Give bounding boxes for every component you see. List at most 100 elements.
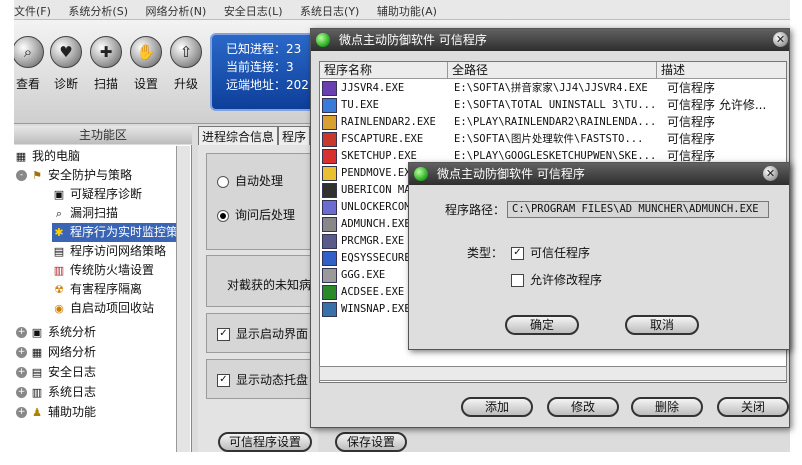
tree-item-system-log[interactable]: + ▥ 系统日志 <box>16 383 96 402</box>
table-row[interactable]: TU.EXE E:\SOFTA\TOTAL UNINSTALL 3\TU... 可信… <box>320 97 786 114</box>
program-icon <box>322 302 337 317</box>
expand-icon[interactable]: + <box>16 327 27 338</box>
program-icon <box>322 149 337 164</box>
expand-icon[interactable]: + <box>16 407 27 418</box>
diagnose-icon: ▣ <box>53 187 65 201</box>
tree-panel: ▦ 我的电脑 - ⚑ 安全防护与策略 ▣ 可疑程序诊断 ⌕ 漏洞扫描 ✱ 程序行为实时监控策… <box>14 145 192 452</box>
trusted-programs-button[interactable]: 可信程序设置 <box>218 432 312 452</box>
delete-button[interactable]: 删除 <box>631 397 703 417</box>
tree-item-network-policy[interactable]: ▤ 程序访问网络策略 <box>52 242 166 261</box>
dialog-titlebar: 微点主动防御软件 可信程序 ✕ <box>311 29 789 51</box>
tree-item-security[interactable]: - ⚑ 安全防护与策略 <box>16 166 132 185</box>
menu-security-log[interactable]: 安全日志(L) <box>224 0 283 19</box>
menu-file[interactable]: 文件(F) <box>14 0 51 19</box>
table-row[interactable]: JJSVR4.EXE E:\SOFTA\拼音家家\JJ4\JJSVR4.EXE 可信… <box>320 80 786 97</box>
log-icon: ▤ <box>31 365 43 379</box>
path-label: 程序路径： <box>445 203 506 217</box>
program-icon <box>322 81 337 96</box>
collapse-icon[interactable]: - <box>16 170 27 181</box>
unknown-text: 对截获的未知病 <box>227 278 312 292</box>
menu-system-log[interactable]: 系统日志(Y) <box>300 0 359 19</box>
startup-group: ✓ 显示启动界面 <box>206 313 318 353</box>
menu-system-analysis[interactable]: 系统分析(S) <box>68 0 128 19</box>
scan-icon: ✚ <box>90 36 122 68</box>
tree-item-suspicious[interactable]: ▣ 可疑程序诊断 <box>52 185 142 204</box>
expand-icon[interactable]: + <box>16 387 27 398</box>
row-path-cell: E:\PLAY\RAINLENDAR2\RAINLENDA... <box>454 116 657 128</box>
tree-item-tools[interactable]: + ♟ 辅助功能 <box>16 403 96 422</box>
system-icon: ▣ <box>31 325 43 339</box>
tab-program[interactable]: 程序 <box>278 126 311 146</box>
upgrade-button[interactable]: ⇧ 升级 <box>166 36 206 92</box>
table-row[interactable]: RAINLENDAR2.EXE E:\PLAY\RAINLENDAR2\RAINL… <box>320 114 786 131</box>
row-name-cell: JJSVR4.EXE <box>320 80 450 97</box>
tree-item-vuln-scan[interactable]: ⌕ 漏洞扫描 <box>52 204 118 223</box>
column-name[interactable]: 程序名称 <box>320 62 448 79</box>
row-desc-cell: 可信程序 允许修... <box>667 98 767 112</box>
tools-icon: ♟ <box>32 405 42 419</box>
menu-tools[interactable]: 辅助功能(A) <box>377 0 437 19</box>
menu-network-analysis[interactable]: 网络分析(N) <box>146 0 207 19</box>
handling-group: 自动处理 询问后处理 <box>206 153 318 250</box>
table-row[interactable]: FSCAPTURE.EXE E:\SOFTA\图片处理软件\FASTSTO... 可… <box>320 131 786 148</box>
ok-button[interactable]: 确定 <box>505 315 579 335</box>
row-name-cell: RAINLENDAR2.EXE <box>320 114 450 131</box>
add-button[interactable]: 添加 <box>461 397 533 417</box>
radio-ask[interactable]: 询问后处理 <box>217 206 295 223</box>
current-connections: 当前连接：3 <box>226 60 294 74</box>
recycle-icon: ◉ <box>54 301 64 315</box>
tree-item-quarantine[interactable]: ☢ 有害程序隔离 <box>52 280 142 299</box>
tree-item-security-log[interactable]: + ▤ 安全日志 <box>16 363 96 382</box>
hand-icon: ✋ <box>130 36 162 68</box>
settings-button[interactable]: ✋ 设置 <box>126 36 166 92</box>
path-field[interactable]: C:\PROGRAM FILES\AD MUNCHER\ADMUNCH.EXE <box>507 201 769 218</box>
tab-process-info[interactable]: 进程综合信息 <box>198 126 279 146</box>
row-name-cell: FSCAPTURE.EXE <box>320 131 450 148</box>
column-desc[interactable]: 描述 <box>657 62 786 79</box>
firewall-icon: ▥ <box>53 263 65 277</box>
row-name-cell: TU.EXE <box>320 97 450 114</box>
tree-item-network-analysis[interactable]: + ▦ 网络分析 <box>16 343 96 362</box>
row-path-cell: E:\SOFTA\TOTAL UNINSTALL 3\TU... <box>454 99 657 111</box>
checkbox-checked-icon: ✓ <box>511 247 524 260</box>
row-desc-cell: 可信程序 <box>667 115 716 129</box>
program-icon <box>322 268 337 283</box>
chk-trusted[interactable]: ✓ 可信任程序 <box>511 244 590 261</box>
save-settings-button[interactable]: 保存设置 <box>335 432 407 452</box>
expand-icon[interactable]: + <box>16 347 27 358</box>
chk-allow-modify[interactable]: 允许修改程序 <box>511 271 602 288</box>
tree-scrollbar[interactable] <box>176 146 190 452</box>
tree-item-firewall[interactable]: ▥ 传统防火墙设置 <box>52 261 154 280</box>
column-path[interactable]: 全路径 <box>448 62 657 79</box>
program-icon <box>322 132 337 147</box>
program-icon <box>322 200 337 215</box>
tree-item-my-computer[interactable]: ▦ 我的电脑 <box>14 147 80 166</box>
chk-show-tray[interactable]: ✓ 显示动态托盘 <box>217 371 308 388</box>
modify-button[interactable]: 修改 <box>547 397 619 417</box>
list-hscrollbar[interactable] <box>319 366 787 381</box>
program-icon <box>322 183 337 198</box>
radio-auto[interactable]: 自动处理 <box>217 172 283 189</box>
tree-item-recycle[interactable]: ◉ 自启动项回收站 <box>52 299 154 318</box>
close-icon[interactable]: ✕ <box>773 32 788 47</box>
net-icon: ▦ <box>31 345 43 359</box>
radio-checked-icon <box>217 209 229 222</box>
diagnose-button[interactable]: ♥ 诊断 <box>46 36 86 92</box>
radio-icon <box>217 175 229 188</box>
close-icon[interactable]: ✕ <box>763 166 778 181</box>
search-icon: ⌕ <box>14 36 44 68</box>
chk-show-startup[interactable]: ✓ 显示启动界面 <box>217 325 308 342</box>
expand-icon[interactable]: + <box>16 367 27 378</box>
quarantine-icon: ☢ <box>54 282 64 296</box>
shield-icon: ⚑ <box>32 168 42 182</box>
view-button[interactable]: ⌕ 查看 <box>14 36 48 92</box>
cancel-button[interactable]: 取消 <box>625 315 699 335</box>
row-path-cell: E:\SOFTA\图片处理软件\FASTSTO... <box>454 133 644 145</box>
tree-item-system-analysis[interactable]: + ▣ 系统分析 <box>16 323 96 342</box>
known-processes: 已知进程：23 <box>226 42 302 56</box>
close-button[interactable]: 关闭 <box>717 397 789 417</box>
scan-button[interactable]: ✚ 扫描 <box>86 36 126 92</box>
program-icon <box>322 234 337 249</box>
tree-item-realtime-monitor[interactable]: ✱ 程序行为实时监控策 <box>52 223 178 242</box>
computer-icon: ▦ <box>15 149 27 163</box>
